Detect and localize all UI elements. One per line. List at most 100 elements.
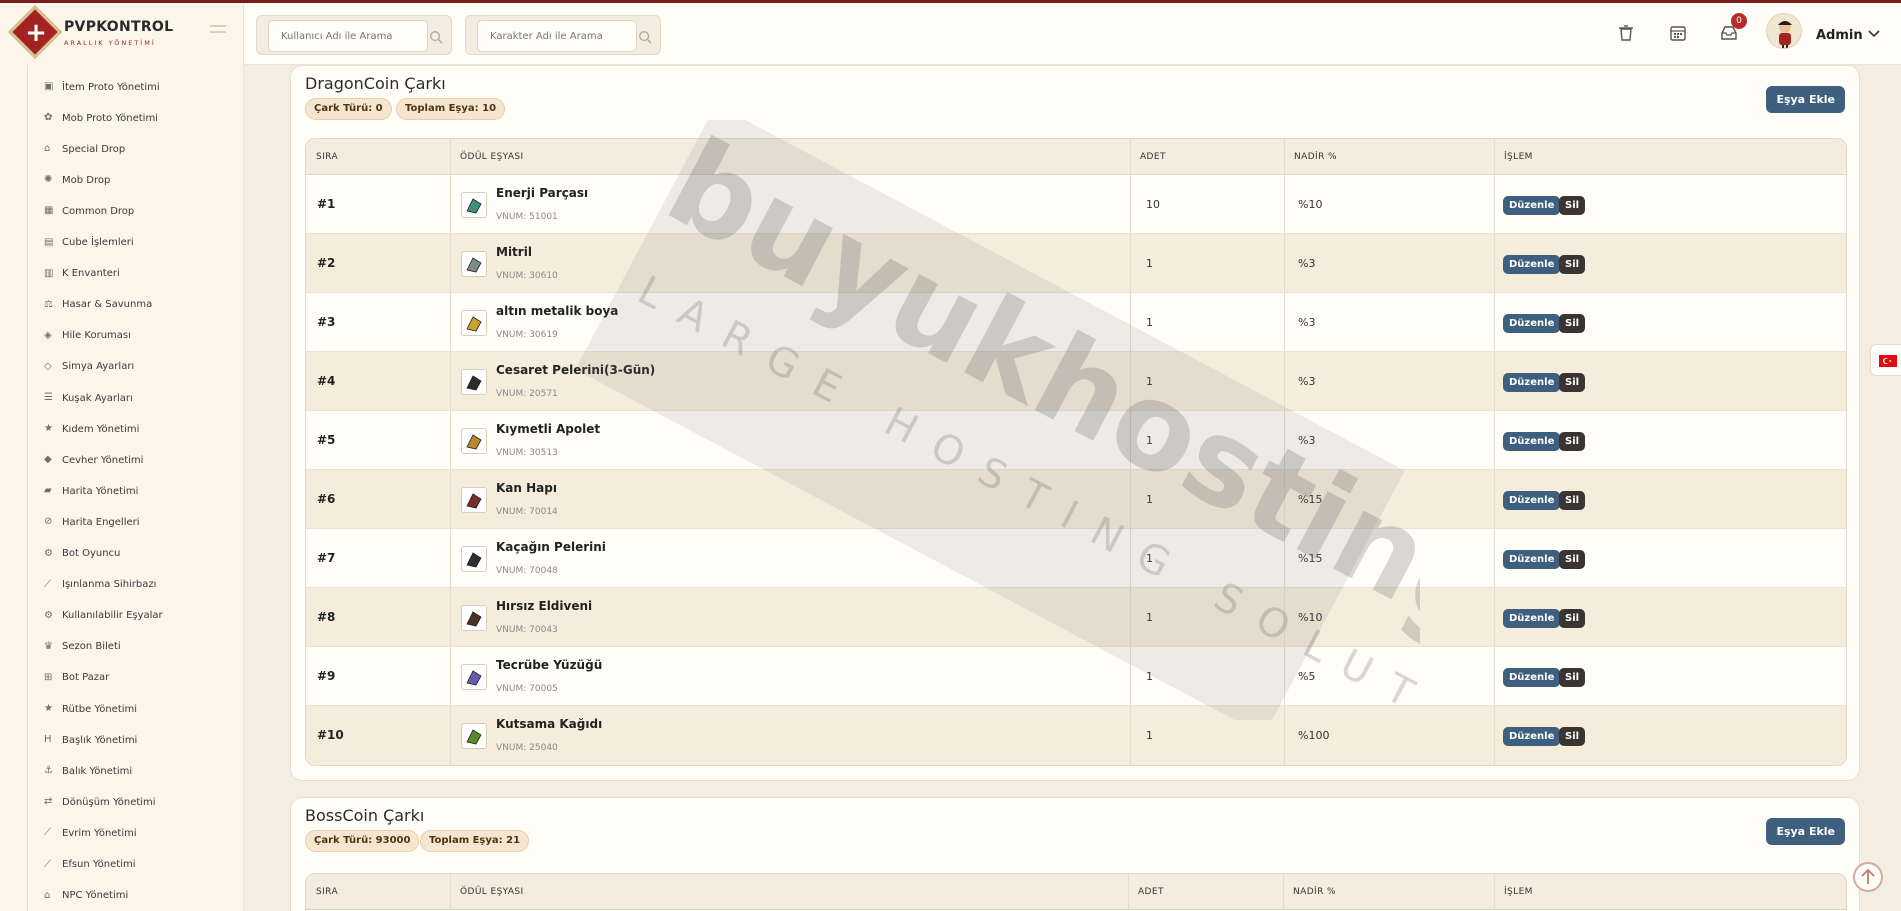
sidebar-item[interactable]: ⊘ Harita Engelleri (44, 513, 140, 531)
sidebar-item[interactable]: ◇ Simya Ayarları (44, 358, 134, 376)
sidebar-item[interactable]: ★ Rütbe Yönetimi (44, 700, 137, 718)
sidebar-item[interactable]: ✺ Mob Drop (44, 171, 110, 189)
admin-name[interactable]: Admin (1816, 28, 1863, 43)
table-row: #4 Cesaret Pelerini(3-Gün) VNUM: 20571 1 %3 D… (306, 352, 1846, 411)
sidebar-item[interactable]: ⟋ Efsun Yönetimi (44, 856, 136, 874)
item-vnum: VNUM: 51001 (496, 212, 558, 222)
shuffle-icon: ⇄ (44, 796, 53, 808)
sidebar-item[interactable]: ⊞ Bot Pazar (44, 669, 109, 687)
gem-icon: ◇ (44, 360, 52, 372)
row-number: #5 (317, 433, 336, 447)
sidebar-item[interactable]: ♛ Sezon Bileti (44, 638, 121, 656)
edit-button[interactable]: Düzenle (1503, 432, 1561, 451)
cube-icon: ▣ (44, 81, 54, 92)
wand-icon: ⟋ (44, 578, 51, 590)
sidebar-item[interactable]: ⚖ Hasar & Savunma (44, 296, 152, 314)
search-icon[interactable] (638, 30, 652, 44)
sidebar-item[interactable]: ⚙ Bot Oyuncu (44, 545, 120, 563)
logo-plus-icon: + (25, 18, 47, 48)
sidebar-item-label: Simya Ayarları (62, 361, 135, 373)
add-item-button[interactable]: Eşya Ekle (1766, 86, 1845, 113)
sidebar-item[interactable]: ☰ Kuşak Ayarları (44, 389, 133, 407)
sidebar-item[interactable]: ⌂ Special Drop (44, 140, 125, 158)
sidebar-item[interactable]: ⇄ Dönüşüm Yönetimi (44, 793, 156, 811)
character-search-input[interactable] (477, 20, 637, 52)
delete-button[interactable]: Sil (1559, 373, 1586, 392)
chevron-down-icon[interactable] (1868, 28, 1880, 38)
edit-button[interactable]: Düzenle (1503, 314, 1561, 333)
delete-button[interactable]: Sil (1559, 491, 1586, 510)
item-vnum: VNUM: 70048 (496, 566, 558, 576)
delete-button[interactable]: Sil (1559, 314, 1586, 333)
edit-button[interactable]: Düzenle (1503, 609, 1561, 628)
search-icon[interactable] (429, 30, 443, 44)
col-header-nadir: NADİR % (1293, 887, 1336, 897)
scroll-to-top-button[interactable] (1853, 862, 1883, 892)
item-name: Kan Hapı (496, 481, 557, 495)
calendar-icon[interactable] (1668, 23, 1688, 43)
item-icon (461, 487, 487, 513)
turkey-flag-icon (1879, 355, 1897, 367)
sidebar-item[interactable]: ◆ Cevher Yönetimi (44, 451, 143, 469)
sidebar-item[interactable]: ✿ Mob Proto Yönetimi (44, 109, 158, 127)
trash-icon[interactable] (1616, 23, 1636, 43)
sidebar-item-label: NPC Yönetimi (62, 890, 129, 902)
sidebar-item[interactable]: ▥ K Envanteri (44, 265, 120, 283)
delete-button[interactable]: Sil (1559, 668, 1586, 687)
add-item-button[interactable]: Eşya Ekle (1766, 818, 1845, 845)
sidebar-item[interactable]: H Başlık Yönetimi (44, 731, 137, 749)
edit-button[interactable]: Düzenle (1503, 727, 1561, 746)
sidebar-item[interactable]: ★ Kıdem Yönetimi (44, 420, 139, 438)
delete-button[interactable]: Sil (1559, 196, 1586, 215)
row-number: #7 (317, 551, 336, 565)
sidebar-item-label: Harita Engelleri (62, 516, 140, 528)
sidebar-item[interactable]: ⟋ Işınlanma Sihirbazı (44, 576, 156, 594)
delete-button[interactable]: Sil (1559, 255, 1586, 274)
edit-button[interactable]: Düzenle (1503, 491, 1561, 510)
item-rarity: %10 (1298, 611, 1323, 624)
edit-button[interactable]: Düzenle (1503, 255, 1561, 274)
sidebar-item-label: Hile Koruması (62, 330, 131, 342)
delete-button[interactable]: Sil (1559, 727, 1586, 746)
sidebar-item[interactable]: ⌂ NPC Yönetimi (44, 887, 128, 905)
delete-button[interactable]: Sil (1559, 609, 1586, 628)
sliders-icon: ☰ (44, 392, 53, 403)
item-quantity: 1 (1146, 552, 1153, 565)
language-flag-tab[interactable] (1870, 344, 1901, 376)
edit-button[interactable]: Düzenle (1503, 668, 1561, 687)
table-row: #6 Kan Hapı VNUM: 70014 1 %15 Düzenle Sil (306, 470, 1846, 529)
sidebar-item-label: İtem Proto Yönetimi (62, 81, 160, 93)
sidebar-item[interactable]: ⚙ Kullanılabilir Eşyalar (44, 607, 163, 625)
item-quantity: 1 (1146, 434, 1153, 447)
robot-icon: ⚙ (44, 547, 53, 559)
edit-button[interactable]: Düzenle (1503, 196, 1561, 215)
brand-subtitle: ARALLIK YÖNETİMİ (64, 39, 156, 47)
delete-button[interactable]: Sil (1559, 432, 1586, 451)
item-rarity: %5 (1298, 670, 1316, 683)
sidebar-item[interactable]: ⚓ Balık Yönetimi (44, 762, 132, 780)
sidebar-item[interactable]: ▦ Common Drop (44, 202, 134, 220)
building-icon: ⌂ (44, 889, 51, 901)
edit-button[interactable]: Düzenle (1503, 373, 1561, 392)
delete-button[interactable]: Sil (1559, 550, 1586, 569)
item-quantity: 1 (1146, 670, 1153, 683)
brand[interactable]: + PVPKONTROL ARALLIK YÖNETİMİ (0, 3, 244, 65)
sidebar-item[interactable]: ▰ Harita Yönetimi (44, 482, 138, 500)
brand-title: PVPKONTROL (64, 19, 174, 35)
item-icon (461, 310, 487, 336)
sidebar-item[interactable]: ▣ İtem Proto Yönetimi (44, 78, 160, 96)
item-quantity: 1 (1146, 493, 1153, 506)
sidebar-item-label: Kullanılabilir Eşyalar (62, 610, 163, 622)
sidebar-item[interactable]: ◈ Hile Koruması (44, 327, 131, 345)
item-rarity: %100 (1298, 729, 1330, 742)
wand-icon: ⟋ (44, 858, 51, 870)
sidebar-item[interactable]: ▤ Cube İşlemleri (44, 234, 134, 252)
avatar[interactable] (1766, 13, 1802, 49)
edit-button[interactable]: Düzenle (1503, 550, 1561, 569)
item-icon (461, 192, 487, 218)
sidebar-item[interactable]: ⟋ Evrim Yönetimi (44, 824, 137, 842)
user-search-input[interactable] (268, 20, 428, 52)
bosscoin-wheel-card: BossCoin Çarkı Çark Türü: 93000 Toplam E… (290, 797, 1860, 911)
table-row: #3 altın metalik boya VNUM: 30619 1 %3 Düzenl… (306, 293, 1846, 352)
menu-toggle-icon[interactable] (210, 25, 226, 39)
